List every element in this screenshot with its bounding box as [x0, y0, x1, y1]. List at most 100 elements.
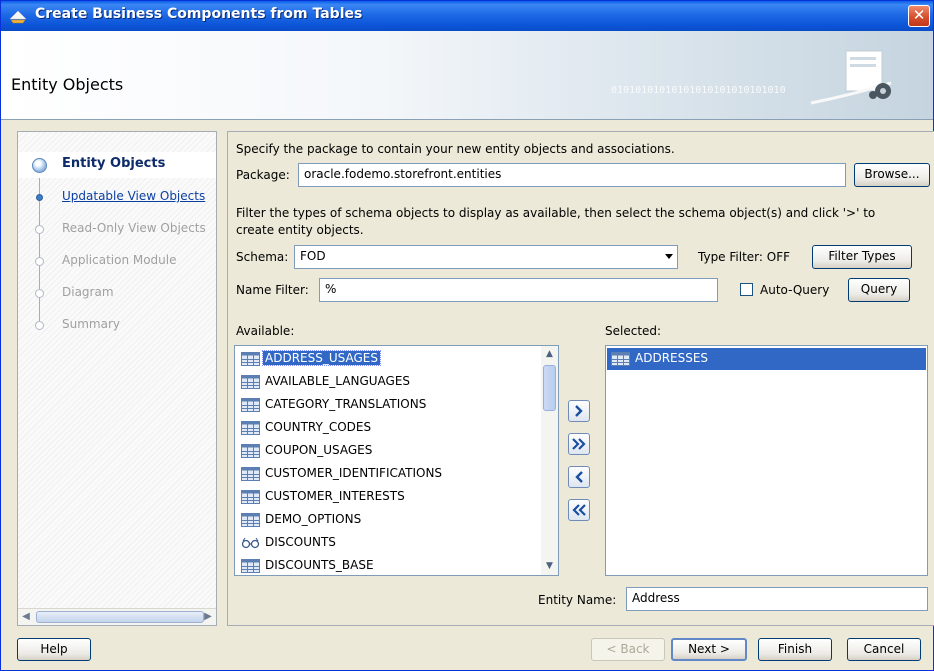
- list-item-label: COUPON_USAGES: [265, 443, 373, 457]
- title-bar[interactable]: Create Business Components from Tables ✕: [1, 1, 933, 31]
- step-dot-icon: [35, 225, 44, 234]
- nav-step-diagram: Diagram: [18, 280, 216, 306]
- entity-objects-panel: Specify the package to contain your new …: [227, 131, 934, 626]
- chevron-left-icon: [575, 471, 583, 483]
- nav-step-label: Updatable View Objects: [62, 189, 206, 203]
- package-field[interactable]: oracle.fodemo.storefront.entities: [298, 163, 846, 187]
- nav-step-updatable-view-objects[interactable]: Updatable View Objects: [18, 184, 216, 210]
- nav-step-label: Application Module: [62, 253, 177, 267]
- nav-step-label: Read-Only View Objects: [62, 221, 206, 235]
- scroll-right-icon[interactable]: ▶: [200, 609, 216, 625]
- table-icon: [241, 421, 260, 435]
- table-icon: [241, 559, 260, 573]
- table-icon: [241, 513, 260, 527]
- double-chevron-right-icon: [572, 438, 586, 450]
- next-button[interactable]: Next >: [671, 638, 747, 661]
- selected-label: Selected:: [605, 324, 662, 338]
- wizard-step-navigation: Entity Objects Updatable View Objects Re…: [17, 131, 217, 626]
- list-item-label: CATEGORY_TRANSLATIONS: [265, 397, 427, 411]
- table-icon: [241, 444, 260, 458]
- schema-value: FOD: [300, 249, 326, 263]
- package-label: Package:: [236, 168, 290, 182]
- step-dot-icon: [35, 257, 44, 266]
- wizard-graphic-icon: [810, 50, 892, 105]
- dialog-window: Create Business Components from Tables ✕…: [0, 0, 934, 671]
- name-filter-label: Name Filter:: [236, 283, 309, 297]
- scroll-up-icon[interactable]: ▲: [541, 346, 558, 363]
- available-label: Available:: [236, 324, 295, 338]
- entity-name-label: Entity Name:: [538, 593, 617, 607]
- window-title: Create Business Components from Tables: [35, 6, 363, 22]
- name-filter-field[interactable]: %: [319, 278, 718, 302]
- schema-label: Schema:: [236, 250, 289, 264]
- package-instructions: Specify the package to contain your new …: [236, 142, 675, 156]
- schema-dropdown[interactable]: FOD: [294, 245, 678, 269]
- remove-all-button[interactable]: [568, 499, 590, 521]
- table-icon: [241, 467, 260, 481]
- close-icon[interactable]: ✕: [908, 5, 930, 27]
- list-item[interactable]: DEMO_OPTIONS: [237, 509, 541, 531]
- step-dot-icon: [35, 321, 44, 330]
- chevron-right-icon: [575, 405, 583, 417]
- scroll-thumb[interactable]: [543, 365, 556, 411]
- finish-button[interactable]: Finish: [758, 638, 832, 661]
- list-item[interactable]: AVAILABLE_LANGUAGES: [237, 371, 541, 393]
- nav-step-application-module: Application Module: [18, 248, 216, 274]
- chevron-down-icon[interactable]: [665, 254, 673, 259]
- list-item-label: ADDRESS_USAGES: [262, 350, 381, 366]
- filter-types-button[interactable]: Filter Types: [812, 245, 912, 269]
- list-item-label: COUNTRY_CODES: [265, 420, 372, 434]
- nav-horizontal-scrollbar[interactable]: ◀ ▶: [18, 608, 216, 625]
- table-icon: [241, 352, 260, 366]
- list-item[interactable]: ADDRESS_USAGES: [237, 348, 541, 370]
- step-dot-icon: [36, 194, 43, 201]
- query-button[interactable]: Query: [848, 278, 910, 302]
- list-item-label: CUSTOMER_INTERESTS: [265, 489, 405, 503]
- auto-query-checkbox[interactable]: [740, 283, 753, 296]
- list-item[interactable]: COUPON_USAGES: [237, 440, 541, 462]
- list-item[interactable]: CUSTOMER_INTERESTS: [237, 486, 541, 508]
- list-item[interactable]: DISCOUNTS_BASE: [237, 555, 541, 575]
- add-all-button[interactable]: [568, 433, 590, 455]
- help-button[interactable]: Help: [17, 638, 91, 661]
- list-item[interactable]: COUNTRY_CODES: [237, 417, 541, 439]
- browse-button[interactable]: Browse...: [854, 163, 930, 187]
- nav-step-label: Summary: [62, 317, 120, 331]
- filter-instructions-line2: create entity objects.: [236, 223, 364, 237]
- table-icon: [241, 375, 260, 389]
- scroll-thumb[interactable]: [36, 611, 204, 623]
- cancel-button[interactable]: Cancel: [847, 638, 921, 661]
- remove-selected-button[interactable]: [568, 466, 590, 488]
- double-chevron-left-icon: [572, 504, 586, 516]
- table-icon: [241, 490, 260, 504]
- scroll-down-icon[interactable]: ▼: [541, 558, 558, 575]
- table-icon: [241, 398, 260, 412]
- list-item-label: CUSTOMER_IDENTIFICATIONS: [265, 466, 443, 480]
- list-item[interactable]: DISCOUNTS: [237, 532, 541, 554]
- list-item[interactable]: CUSTOMER_IDENTIFICATIONS: [237, 463, 541, 485]
- current-step-icon: [32, 158, 47, 173]
- nav-step-label: Diagram: [62, 285, 114, 299]
- header-binary-decoration: 01010101010101010101010101010: [611, 85, 786, 96]
- nav-step-entity-objects[interactable]: Entity Objects: [18, 152, 216, 178]
- add-selected-button[interactable]: [568, 400, 590, 422]
- auto-query-label: Auto-Query: [760, 283, 830, 297]
- list-item-label: DISCOUNTS: [265, 535, 336, 549]
- step-dot-icon: [35, 289, 44, 298]
- selected-list[interactable]: ADDRESSES: [605, 345, 928, 576]
- list-item-label: AVAILABLE_LANGUAGES: [265, 374, 411, 388]
- back-button[interactable]: < Back: [591, 638, 665, 661]
- available-list[interactable]: ADDRESS_USAGES AVAILABLE_LANGUAGES CATEG…: [234, 345, 559, 576]
- list-item[interactable]: ADDRESSES: [607, 348, 926, 370]
- list-item-label: ADDRESSES: [635, 351, 709, 365]
- scroll-left-icon[interactable]: ◀: [18, 609, 34, 625]
- type-filter-status: Type Filter: OFF: [698, 250, 790, 264]
- entity-name-field[interactable]: Address: [626, 587, 928, 611]
- nav-step-summary: Summary: [18, 312, 216, 338]
- wizard-header: Entity Objects 0101010101010101010101010…: [1, 31, 933, 120]
- list-item-label: DISCOUNTS_BASE: [265, 558, 374, 572]
- available-list-scrollbar[interactable]: ▲ ▼: [541, 346, 558, 575]
- list-item-label: DEMO_OPTIONS: [265, 512, 362, 526]
- nav-step-label: Entity Objects: [62, 156, 166, 171]
- list-item[interactable]: CATEGORY_TRANSLATIONS: [237, 394, 541, 416]
